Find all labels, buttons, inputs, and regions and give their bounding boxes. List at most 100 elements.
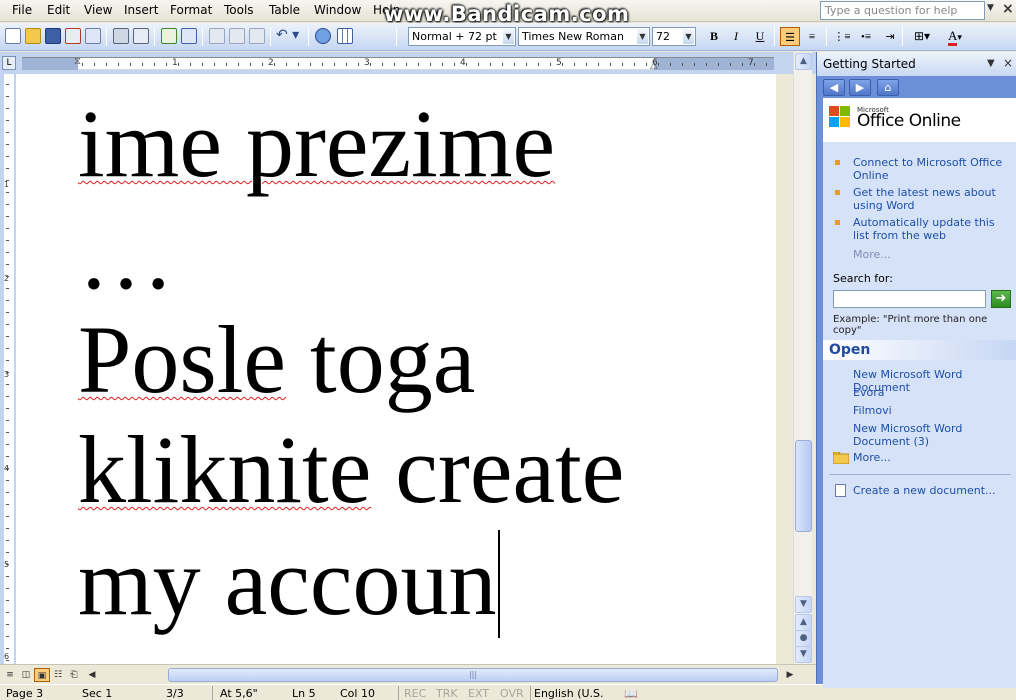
paste-button[interactable]	[248, 27, 266, 45]
vertical-scroll-thumb[interactable]	[795, 440, 812, 532]
font-size-combo[interactable]: 72 ▼	[652, 27, 696, 46]
print-button[interactable]	[112, 27, 130, 45]
spelling-button[interactable]	[160, 27, 178, 45]
home-icon[interactable]: ⌂	[877, 79, 899, 96]
toolbar-separator	[902, 27, 903, 46]
menu-tools[interactable]: Tools	[224, 3, 254, 17]
bold-button[interactable]: B	[704, 27, 724, 46]
align-center-button[interactable]: ≡	[802, 27, 822, 46]
create-new-document-link[interactable]: Create a new document...	[853, 484, 1015, 497]
connect-office-online-link[interactable]: Connect to Microsoft Office Online	[833, 156, 1013, 182]
help-search-input[interactable]: Type a question for help	[820, 1, 985, 20]
tab-selector-icon[interactable]: L	[2, 56, 16, 70]
task-pane-close-icon[interactable]: ×	[1003, 56, 1013, 70]
indent-button[interactable]: ⇥	[880, 27, 900, 46]
underline-button[interactable]: U	[750, 27, 770, 46]
document-text: ime prezime	[78, 90, 556, 197]
cut-button[interactable]	[208, 27, 226, 45]
print-layout-icon[interactable]: ▣	[34, 668, 50, 682]
browse-object-icon[interactable]: ●	[795, 630, 812, 647]
document-text: toga	[286, 306, 476, 413]
indent-marker-icon[interactable]: ⧖	[74, 56, 81, 67]
table-grid-icon	[337, 28, 353, 44]
status-ext[interactable]: EXT	[468, 687, 489, 700]
menu-edit[interactable]: Edit	[47, 3, 70, 17]
scroll-right-icon[interactable]: ▶	[782, 668, 798, 682]
outline-view-icon[interactable]: ☷	[50, 668, 66, 682]
open-button[interactable]	[24, 27, 42, 45]
document-line: Posle toga	[78, 312, 475, 408]
close-document-icon[interactable]: ×	[1002, 1, 1014, 17]
help-dropdown-icon[interactable]: ▼	[987, 3, 994, 13]
reading-layout-icon[interactable]: ⎗	[66, 668, 82, 682]
ruler-tick	[358, 63, 359, 66]
new-button[interactable]	[4, 27, 22, 45]
office-online-banner[interactable]: Microsoft Office Online	[823, 98, 1016, 142]
menu-format[interactable]: Format	[170, 3, 212, 17]
logo-office-online-text: Office Online	[857, 111, 961, 131]
status-trk[interactable]: TRK	[436, 687, 458, 700]
status-rec[interactable]: REC	[404, 687, 426, 700]
open-more-link[interactable]: More...	[853, 451, 1015, 464]
status-separator	[212, 686, 213, 700]
chevron-down-icon[interactable]: ▼	[503, 29, 514, 44]
search-go-button[interactable]: ➜	[991, 290, 1011, 308]
vertical-ruler[interactable]: 1 2 3 4 5 6	[0, 74, 16, 664]
email-button[interactable]	[84, 27, 102, 45]
hyperlink-button[interactable]	[314, 27, 332, 45]
document-page[interactable]: ime prezime … Posle toga kliknite create…	[16, 74, 776, 664]
ruler-number: 4	[460, 58, 466, 68]
search-input[interactable]	[833, 290, 986, 308]
task-pane-menu-icon[interactable]: ▼	[987, 58, 995, 69]
task-pane-header: Getting Started ▼ ×	[817, 52, 1016, 76]
copy-button[interactable]	[228, 27, 246, 45]
menu-insert[interactable]: Insert	[124, 3, 158, 17]
scroll-left-icon[interactable]: ◀	[84, 668, 100, 682]
scroll-down-icon[interactable]: ▼	[795, 596, 812, 613]
chevron-down-icon[interactable]: ▼	[637, 29, 648, 44]
back-arrow-icon[interactable]: ◀	[823, 79, 845, 96]
normal-view-icon[interactable]: ≡	[2, 668, 18, 682]
previous-page-icon[interactable]: ▲	[795, 614, 812, 631]
ruler-tick	[430, 63, 431, 66]
ruler-tick	[250, 63, 251, 66]
borders-button[interactable]: ⊞▾	[908, 27, 936, 46]
forward-arrow-icon[interactable]: ▶	[849, 79, 871, 96]
print-preview-button[interactable]	[132, 27, 150, 45]
menu-table[interactable]: Table	[269, 3, 300, 17]
chevron-down-icon[interactable]: ▼	[683, 29, 694, 44]
menu-window[interactable]: Window	[314, 3, 361, 17]
save-button[interactable]	[44, 27, 62, 45]
bullets-button[interactable]: •≡	[856, 27, 876, 46]
horizontal-scroll-thumb[interactable]: |||	[168, 668, 778, 682]
auto-update-link[interactable]: Automatically update this list from the …	[833, 216, 1013, 242]
horizontal-ruler[interactable]: 1 2 3 4 5 6 7 ⧖ △	[22, 56, 774, 71]
scroll-up-icon[interactable]: ▲	[795, 53, 812, 70]
open-file-link[interactable]: New Microsoft Word Document (3)	[853, 422, 1015, 448]
open-file-link[interactable]: Evora	[853, 386, 1015, 399]
insert-table-button[interactable]	[336, 27, 354, 45]
open-file-link[interactable]: Filmovi	[853, 404, 1015, 417]
vertical-scrollbar[interactable]: ▲ ▼ ▲ ● ▼	[793, 52, 812, 664]
menu-view[interactable]: View	[84, 3, 112, 17]
vruler-tick	[6, 528, 9, 529]
undo-button[interactable]: ↶ ▾	[276, 27, 304, 45]
latest-news-link[interactable]: Get the latest news about using Word	[833, 186, 1013, 212]
horizontal-scrollbar[interactable]: ≡ ◫ ▣ ☷ ⎗ ◀ ||| ▶	[0, 664, 816, 684]
permission-button[interactable]	[64, 27, 82, 45]
right-indent-marker-icon[interactable]: △	[650, 60, 658, 71]
font-combo[interactable]: Times New Roman ▼	[518, 27, 650, 46]
web-layout-icon[interactable]: ◫	[18, 668, 34, 682]
align-left-button[interactable]: ☰	[780, 27, 800, 46]
font-color-button[interactable]: A▾	[940, 27, 970, 46]
research-button[interactable]	[180, 27, 198, 45]
next-page-icon[interactable]: ▼	[795, 646, 812, 663]
numbering-button[interactable]: ⋮≡	[832, 27, 852, 46]
status-ovr[interactable]: OVR	[500, 687, 524, 700]
spelling-status-icon[interactable]: 📖	[624, 687, 638, 700]
vruler-tick	[6, 468, 9, 469]
style-combo[interactable]: Normal + 72 pt ▼	[408, 27, 516, 46]
italic-button[interactable]: I	[726, 27, 746, 46]
menu-file[interactable]: File	[12, 3, 32, 17]
more-online-link[interactable]: More...	[853, 248, 1015, 261]
